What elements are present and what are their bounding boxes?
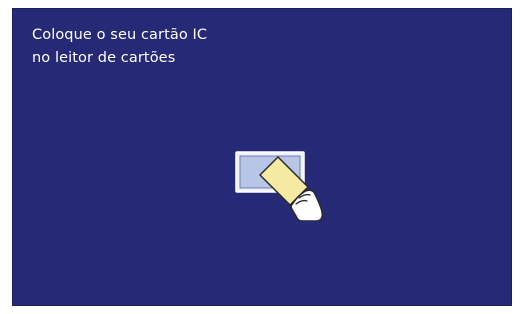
instruction-line-2: no leitor de cartões: [32, 50, 176, 66]
insert-ic-card-svg: [235, 151, 323, 221]
instruction-line-1: Coloque o seu cartão IC: [32, 27, 208, 43]
device-frame: Coloque o seu cartão IC no leitor de car…: [0, 0, 522, 314]
insert-ic-card-icon: [233, 149, 333, 221]
card-reader-screen: Coloque o seu cartão IC no leitor de car…: [12, 8, 512, 306]
instruction-text: Coloque o seu cartão IC no leitor de car…: [32, 24, 207, 70]
